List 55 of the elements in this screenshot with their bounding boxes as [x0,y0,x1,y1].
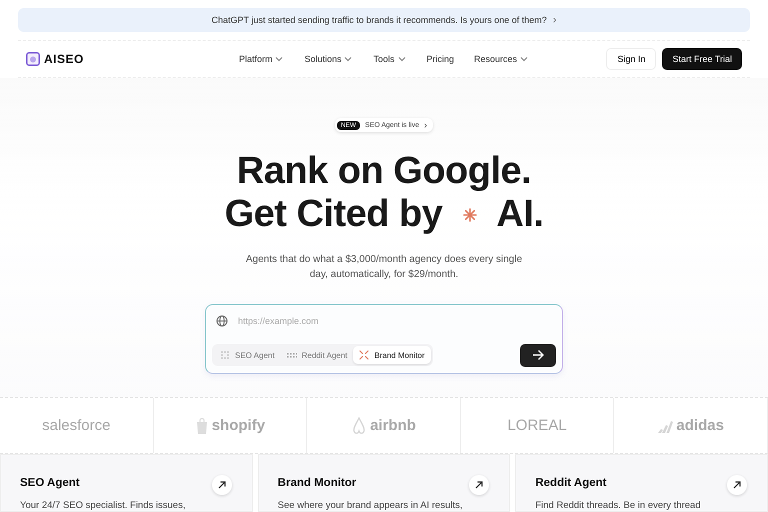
logo-text[interactable]: AISEO [44,52,84,66]
arrow-up-right-icon [218,481,226,489]
headline: Get Cited by [224,193,442,236]
open-button[interactable] [212,475,232,495]
arrow-up-right-icon [475,481,484,489]
dots-icon [286,350,297,360]
feature-card[interactable]: SEO Agent Your 24/7 SEO specialist. Finds issues, [0,454,253,512]
card-description: Find Reddit threads. Be in every thread [535,500,702,511]
brand-logo: salesforce [42,417,110,434]
nav-menu-item[interactable]: Platform [238,54,284,64]
announcement-banner[interactable]: ChatGPT just started sending traffic to brands it recommends. Is yours one of them? › [18,8,750,32]
brand-logo: shopify [212,417,266,434]
bag-icon [194,418,209,434]
loop-icon [351,416,368,434]
stripes-icon [657,418,674,432]
subtitle: Agents that do what a $3,000/month agency does every single day, automatically, for $29/month. [244,253,524,282]
headline: AI. [496,193,544,236]
arrow-right-icon [532,349,544,361]
brand-logo: airbnb [370,417,416,434]
nav-menu-item[interactable]: Pricing [426,54,454,64]
headline: Rank on Google. [236,150,532,193]
chevron-icon: › [552,14,556,26]
card-title: Reddit Agent [535,477,606,489]
open-button[interactable] [469,475,490,495]
nav-menu-item[interactable]: Solutions [304,54,354,64]
card-description: Your 24/7 SEO specialist. Finds issues, [20,500,186,511]
card-title: Brand Monitor [278,477,356,489]
sparkle-icon [462,206,478,222]
feature-card[interactable]: Brand Monitor See where your brand appears in AI results, [258,454,510,512]
agent-tab[interactable]: Reddit Agent [280,346,354,364]
feature-card[interactable]: Reddit Agent Find Reddit threads. Be in every thread [515,454,768,512]
agent-tab[interactable]: SEO Agent [214,346,281,364]
card-description: See where your brand appears in AI results, [278,500,464,511]
url-input-field[interactable]: https://example.com [236,315,552,327]
logo-icon [26,52,40,66]
sign-in-button[interactable]: Sign In [606,48,656,70]
start-trial-button[interactable]: Start Free Trial [662,48,742,70]
nav-menu-item[interactable]: Resources [474,54,530,64]
brand-logo: adidas [676,417,724,434]
dotted-grid-icon [220,350,230,360]
open-button[interactable] [727,475,748,495]
chevron-down-icon [274,54,284,64]
chevron-icon: › [424,120,428,130]
chevron-down-icon [343,54,354,64]
agent-tab[interactable]: Brand Monitor [353,346,431,364]
cross-icon [359,350,370,360]
arrow-up-right-icon [733,481,742,489]
card-title: SEO Agent [20,477,80,489]
chevron-down-icon [396,54,406,64]
banner-text: ChatGPT just started sending traffic to brands it recommends. Is yours one of them? [211,15,547,25]
globe-icon [216,315,228,327]
chevron-down-icon [519,54,530,64]
submit-button[interactable] [520,344,556,366]
nav-menu-item[interactable]: Tools [373,54,406,64]
brand-logo: LOREAL [507,417,567,434]
